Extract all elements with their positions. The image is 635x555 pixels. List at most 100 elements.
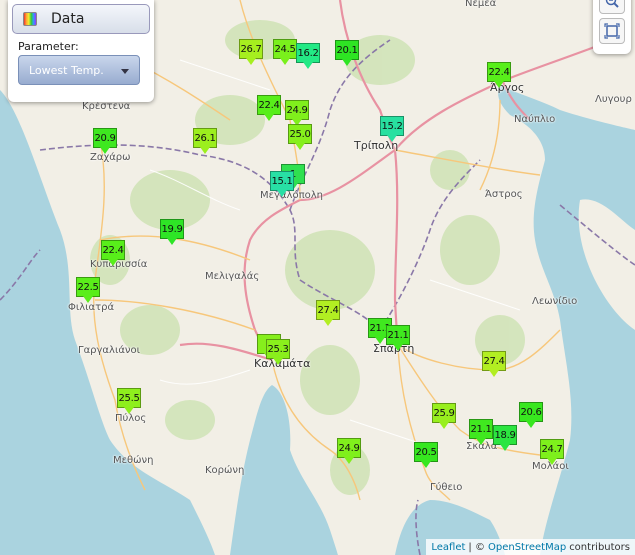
- marker-value: 27.4: [316, 300, 340, 320]
- temperature-marker[interactable]: 22.4: [101, 240, 125, 267]
- extent-icon: [604, 23, 620, 39]
- temperature-marker[interactable]: 24.7: [540, 439, 564, 466]
- marker-pointer: [421, 461, 431, 468]
- marker-pointer: [264, 114, 274, 121]
- marker-pointer: [439, 422, 449, 429]
- zoom-out-button[interactable]: [599, 0, 625, 14]
- marker-pointer: [124, 407, 134, 414]
- marker-pointer: [167, 238, 177, 245]
- place-label-astros: Άστρος: [485, 189, 523, 200]
- color-scale-icon: [23, 12, 37, 26]
- place-label-methoni: Μεθώνη: [113, 455, 154, 466]
- place-label-nemea: Νεμέα: [465, 0, 497, 9]
- map-zoom-controls: [593, 0, 631, 54]
- marker-pointer: [393, 344, 403, 351]
- marker-pointer: [273, 358, 283, 365]
- marker-value: 22.4: [101, 240, 125, 260]
- temperature-marker[interactable]: 25.0: [288, 124, 312, 151]
- marker-pointer: [108, 259, 118, 266]
- temperature-marker[interactable]: 21.1: [469, 419, 493, 446]
- marker-pointer: [547, 458, 557, 465]
- marker-pointer: [500, 444, 510, 451]
- marker-value: 22.5: [76, 277, 100, 297]
- marker-pointer: [295, 143, 305, 150]
- temperature-marker[interactable]: 25.9: [432, 403, 456, 430]
- temperature-marker[interactable]: 24.9: [285, 100, 309, 127]
- marker-value: 24.9: [285, 100, 309, 120]
- marker-pointer: [526, 421, 536, 428]
- place-label-meligalas: Μελιγαλάς: [205, 271, 260, 282]
- marker-value: 24.5: [273, 39, 297, 59]
- data-toggle-button[interactable]: Data: [12, 4, 150, 34]
- temperature-marker[interactable]: 25.3: [266, 339, 290, 366]
- marker-value: 21.1: [386, 325, 410, 345]
- temperature-marker[interactable]: 24.9: [337, 438, 361, 465]
- parameter-label: Parameter:: [18, 40, 79, 53]
- marker-value: 20.1: [335, 40, 359, 60]
- openstreetmap-link[interactable]: OpenStreetMap: [488, 542, 566, 553]
- temperature-marker[interactable]: 20.9: [93, 128, 117, 155]
- marker-pointer: [494, 81, 504, 88]
- marker-value: 20.6: [519, 402, 543, 422]
- marker-value: 25.0: [288, 124, 312, 144]
- marker-pointer: [375, 337, 385, 344]
- place-label-leonidio: Λεωνίδιο: [532, 296, 578, 307]
- marker-value: 26.1: [193, 128, 217, 148]
- temperature-marker[interactable]: 22.4: [487, 62, 511, 89]
- temperature-marker[interactable]: 22.5: [76, 277, 100, 304]
- marker-value: 20.9: [93, 128, 117, 148]
- temperature-marker[interactable]: 20.6: [519, 402, 543, 429]
- marker-value: 24.9: [337, 438, 361, 458]
- temperature-marker[interactable]: 19.9: [160, 219, 184, 246]
- marker-value: 15.1: [270, 171, 294, 191]
- temperature-marker[interactable]: 24.5: [273, 39, 297, 66]
- temperature-marker[interactable]: 18.9: [493, 425, 517, 452]
- zoom-extent-button[interactable]: [599, 18, 625, 44]
- marker-value: 24.7: [540, 439, 564, 459]
- data-title: Data: [51, 11, 85, 27]
- marker-value: 20.5: [414, 442, 438, 462]
- temperature-marker[interactable]: 27.4: [316, 300, 340, 327]
- marker-pointer: [323, 319, 333, 326]
- marker-value: 25.5: [117, 388, 141, 408]
- temperature-marker[interactable]: 15.1: [270, 171, 294, 198]
- place-label-gargalianoi: Γαργαλιάνοι: [78, 345, 141, 356]
- temperature-marker[interactable]: 15.2: [380, 116, 404, 143]
- map[interactable]: Νεμέα Κρέστενα Ζαχάρω Τρίπολη Άργος Ναύπ…: [0, 0, 635, 555]
- marker-pointer: [246, 58, 256, 65]
- temperature-marker[interactable]: 21.1: [386, 325, 410, 352]
- temperature-marker[interactable]: 20.1: [335, 40, 359, 67]
- marker-pointer: [344, 457, 354, 464]
- marker-value: 16.2: [296, 43, 320, 63]
- marker-value: 19.9: [160, 219, 184, 239]
- parameter-select-value: Lowest Temp.: [29, 63, 104, 77]
- marker-pointer: [303, 62, 313, 69]
- place-label-lygourio: Λυγουρ: [595, 94, 632, 105]
- place-label-koroni: Κορώνη: [205, 465, 245, 476]
- temperature-marker[interactable]: 22.4: [257, 95, 281, 122]
- attribution-suffix: contributors: [569, 541, 630, 553]
- place-label-gytheio: Γύθειο: [430, 482, 463, 493]
- marker-pointer: [277, 190, 287, 197]
- marker-pointer: [342, 59, 352, 66]
- temperature-marker[interactable]: 26.7: [239, 39, 263, 66]
- marker-pointer: [387, 135, 397, 142]
- marker-value: 22.4: [487, 62, 511, 82]
- marker-pointer: [200, 147, 210, 154]
- temperature-marker[interactable]: 25.5: [117, 388, 141, 415]
- marker-pointer: [100, 147, 110, 154]
- marker-value: 25.9: [432, 403, 456, 423]
- temperature-marker[interactable]: 20.5: [414, 442, 438, 469]
- marker-value: 25.3: [266, 339, 290, 359]
- marker-value: 21.1: [469, 419, 493, 439]
- leaflet-link[interactable]: Leaflet: [431, 542, 465, 553]
- parameter-select[interactable]: Lowest Temp.: [18, 55, 140, 85]
- temperature-marker[interactable]: 27.4: [482, 351, 506, 378]
- marker-pointer: [280, 58, 290, 65]
- temperature-marker[interactable]: 26.1: [193, 128, 217, 155]
- marker-value: 15.2: [380, 116, 404, 136]
- temperature-marker[interactable]: 16.2: [296, 43, 320, 70]
- chevron-down-icon: [121, 69, 129, 74]
- place-label-krestena: Κρέστενα: [82, 101, 131, 112]
- marker-pointer: [489, 370, 499, 377]
